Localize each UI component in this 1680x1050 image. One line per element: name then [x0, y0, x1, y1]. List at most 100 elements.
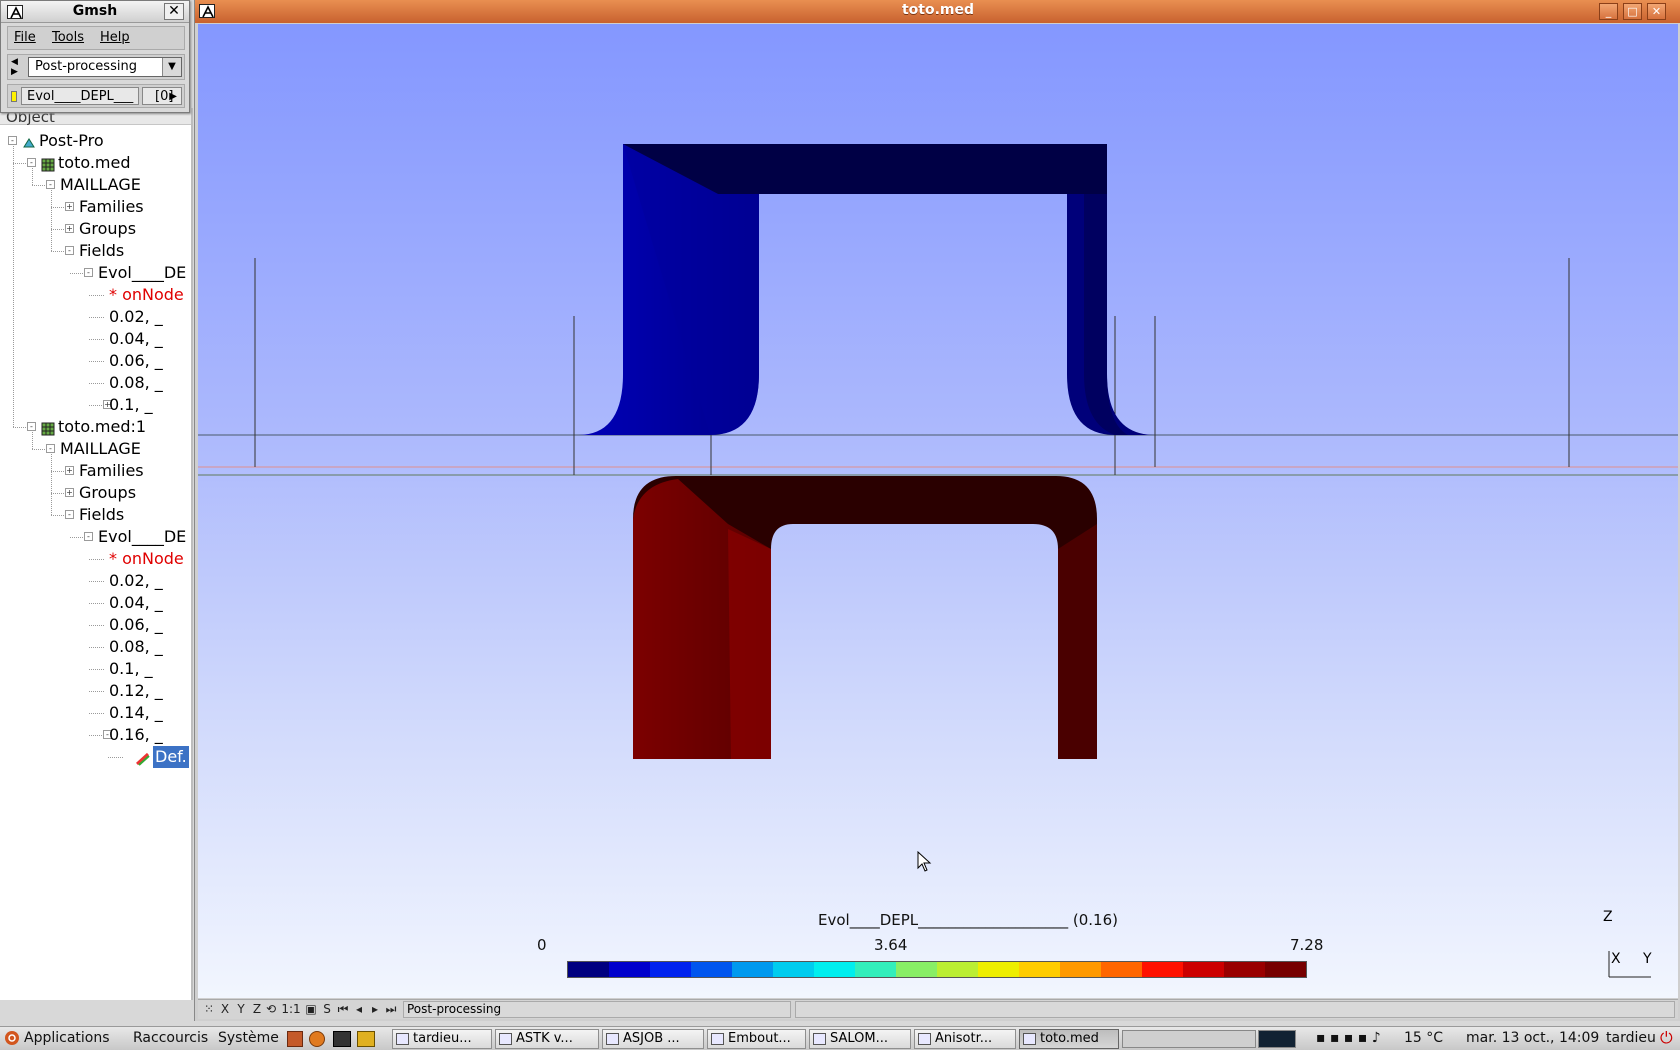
- graphics-viewport[interactable]: Evol____DEPL____________________ (0.16) …: [198, 24, 1678, 998]
- gmsh-titlebar[interactable]: Gmsh ✕: [1, 1, 189, 23]
- tree-node-label: Families: [79, 461, 144, 480]
- view-z-button[interactable]: Z: [250, 1001, 264, 1018]
- tree-node-label: 0.16, _: [109, 725, 163, 744]
- menu-places[interactable]: Raccourcis: [133, 1030, 208, 1046]
- view-index-button[interactable]: [0] ▶: [142, 87, 182, 105]
- taskbar-task-label: SALOM...: [830, 1031, 889, 1046]
- module-nav-arrows-icon[interactable]: ◀ ▶: [11, 57, 25, 77]
- tree-node-label: 0.1, _: [109, 395, 153, 414]
- menu-help-label: Help: [100, 30, 130, 45]
- tree-connector: [51, 207, 66, 208]
- scale-1to1-button[interactable]: 1:1: [280, 1001, 302, 1018]
- colorbar-segment: [814, 962, 855, 977]
- expand-icon[interactable]: +: [65, 466, 74, 475]
- workspace-switcher[interactable]: [1122, 1030, 1256, 1048]
- taskbar-task[interactable]: Anisotr...: [914, 1029, 1016, 1049]
- collapse-icon[interactable]: -: [27, 422, 36, 431]
- close-icon[interactable]: ✕: [164, 3, 184, 20]
- taskbar-task[interactable]: ASJOB ...: [602, 1029, 704, 1049]
- tree-connector: [32, 432, 33, 449]
- window-icon[interactable]: ▣: [304, 1001, 318, 1018]
- close-window-icon[interactable]: ✕: [1647, 3, 1666, 20]
- gmsh-menubar: File Tools Help: [7, 26, 185, 50]
- tree-connector: [89, 559, 104, 560]
- taskbar-task[interactable]: toto.med: [1019, 1029, 1119, 1049]
- post-pro-icon: [22, 134, 36, 148]
- view-y-button[interactable]: Y: [234, 1001, 248, 1018]
- menu-file-label: File: [14, 30, 36, 45]
- taskbar-task[interactable]: tardieu...: [392, 1029, 492, 1049]
- colorbar-segment: [1060, 962, 1101, 977]
- taskbar-task[interactable]: Embout...: [707, 1029, 806, 1049]
- salome-icon[interactable]: [357, 1031, 375, 1047]
- colorbar-segment: [609, 962, 650, 977]
- tree-connector: [108, 757, 123, 758]
- chevron-down-icon[interactable]: ▼: [162, 58, 181, 76]
- collapse-icon[interactable]: -: [8, 136, 17, 145]
- taskbar-task[interactable]: ASTK v...: [495, 1029, 599, 1049]
- first-step-icon[interactable]: ⏮: [336, 1001, 350, 1018]
- gmsh-title: Gmsh: [72, 3, 118, 19]
- collapse-icon[interactable]: -: [84, 532, 93, 541]
- post-view-row: Evol____DEPL___ [0] ▶: [7, 84, 185, 108]
- expand-icon[interactable]: +: [65, 488, 74, 497]
- menu-file[interactable]: File: [14, 30, 36, 45]
- colorbar-segment: [978, 962, 1019, 977]
- tray-icons[interactable]: ▪ ▪ ▪ ▪ ♪: [1316, 1030, 1381, 1046]
- power-icon[interactable]: ⏻: [1660, 1028, 1673, 1048]
- collapse-icon[interactable]: -: [84, 268, 93, 277]
- view-x-button[interactable]: X: [218, 1001, 232, 1018]
- prev-step-icon[interactable]: ◂: [352, 1001, 366, 1018]
- tree-node-label: 0.1, _: [109, 659, 153, 678]
- collapse-icon[interactable]: -: [46, 444, 55, 453]
- play-arrow-icon: ▶: [169, 91, 177, 102]
- weather-label[interactable]: 15 °C: [1404, 1030, 1443, 1046]
- tree-node-label: * onNode: [109, 285, 184, 304]
- deformed-shape-icon: [135, 750, 150, 766]
- minimize-icon[interactable]: _: [1599, 3, 1618, 20]
- status-secondary: [795, 1001, 1675, 1018]
- module-row: ◀ ▶ Post-processing ▼: [7, 54, 185, 80]
- clock[interactable]: mar. 13 oct., 14:09: [1466, 1030, 1599, 1046]
- maximize-icon[interactable]: □: [1623, 3, 1642, 20]
- expand-icon[interactable]: +: [65, 224, 74, 233]
- tree-node-label: 0.06, _: [109, 351, 163, 370]
- firefox-icon[interactable]: [309, 1031, 325, 1047]
- view-name-button[interactable]: Evol____DEPL___: [21, 87, 139, 105]
- module-select[interactable]: Post-processing ▼: [28, 57, 182, 77]
- launcher-icon[interactable]: [287, 1031, 303, 1047]
- tree-node-label: toto.med: [58, 153, 131, 172]
- main-titlebar[interactable]: toto.med _ □ ✕: [195, 0, 1680, 23]
- tree-connector: [89, 713, 104, 714]
- collapse-icon[interactable]: -: [65, 246, 74, 255]
- menu-system[interactable]: Système: [218, 1030, 279, 1046]
- taskbar-task[interactable]: SALOM...: [809, 1029, 911, 1049]
- axis-y-label: Y: [1643, 951, 1652, 967]
- axes-lines-icon: [1608, 951, 1651, 978]
- expand-icon[interactable]: +: [65, 202, 74, 211]
- user-name[interactable]: tardieu: [1606, 1030, 1656, 1046]
- ubuntu-logo-icon[interactable]: [4, 1030, 20, 1050]
- select-s-button[interactable]: S: [320, 1001, 334, 1018]
- colorbar-segment: [732, 962, 773, 977]
- terminal-icon[interactable]: [333, 1031, 351, 1047]
- collapse-icon[interactable]: -: [65, 510, 74, 519]
- colorbar-max-label: 7.28: [1290, 936, 1324, 954]
- menu-help[interactable]: Help: [100, 30, 130, 45]
- play-icon[interactable]: ▸: [368, 1001, 382, 1018]
- menu-applications[interactable]: Applications: [24, 1030, 110, 1046]
- colorbar-segment: [1224, 962, 1265, 977]
- last-step-icon[interactable]: ⏭: [384, 1001, 398, 1018]
- colorbar-segment: [1101, 962, 1142, 977]
- collapse-icon[interactable]: -: [46, 180, 55, 189]
- status-message: Post-processing: [403, 1001, 791, 1018]
- tree-node-label: 0.08, _: [109, 373, 163, 392]
- grid-icon[interactable]: ⁙: [202, 1001, 216, 1018]
- collapse-icon[interactable]: -: [27, 158, 36, 167]
- colorbar-segment: [937, 962, 978, 977]
- tree-node-label: Groups: [79, 219, 137, 238]
- rotate-icon[interactable]: ⟲: [264, 1001, 278, 1018]
- mouse-cursor-icon: [917, 850, 933, 877]
- menu-tools[interactable]: Tools: [52, 30, 84, 45]
- view-visibility-toggle[interactable]: [11, 91, 17, 102]
